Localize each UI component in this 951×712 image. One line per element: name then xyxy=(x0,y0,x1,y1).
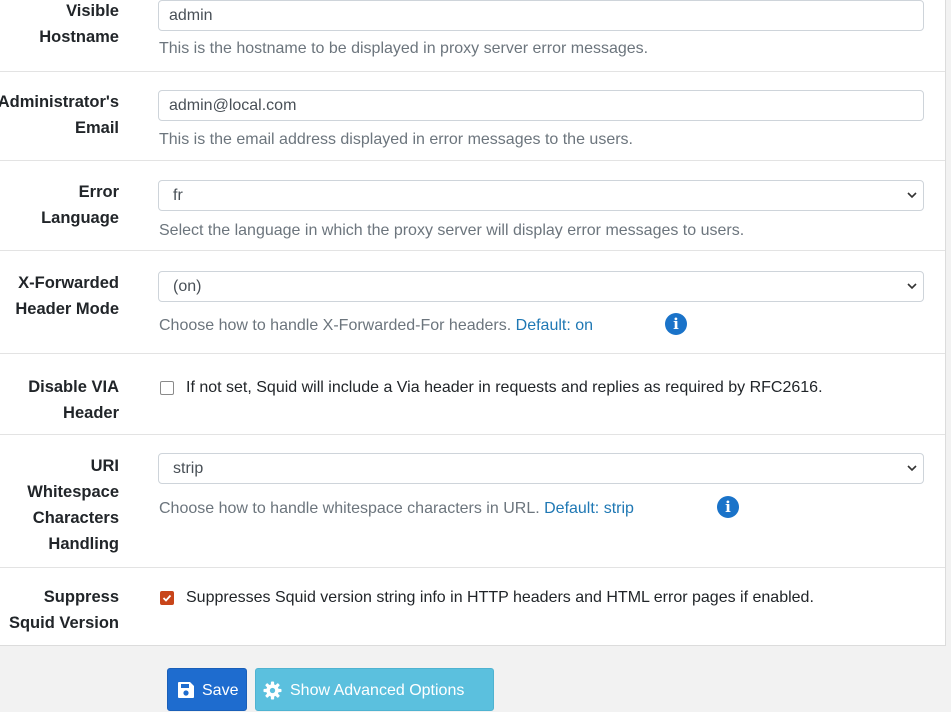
row-suppress-version: Suppress Squid Version Suppresses Squid … xyxy=(0,568,945,644)
error-language-select[interactable]: fr xyxy=(158,180,924,211)
label-disable-via: Disable VIA Header xyxy=(28,374,119,426)
label-x-forwarded: X-Forwarded Header Mode xyxy=(15,270,119,322)
uri-whitespace-default: Default: strip xyxy=(544,500,634,517)
label-line: Header xyxy=(63,404,119,422)
info-icon[interactable]: i xyxy=(717,496,739,518)
row-x-forwarded: X-Forwarded Header Mode (on) Choose how … xyxy=(0,251,945,354)
suppress-version-text: Suppresses Squid version string info in … xyxy=(186,589,814,606)
disable-via-checkbox[interactable] xyxy=(160,381,174,395)
info-icon[interactable]: i xyxy=(665,313,687,335)
disable-via-text: If not set, Squid will include a Via hea… xyxy=(186,379,823,396)
label-line: Visible xyxy=(66,2,119,20)
uri-whitespace-value: strip xyxy=(173,460,204,477)
label-visible-hostname: Visible Hostname xyxy=(39,0,119,50)
uri-whitespace-select[interactable]: strip xyxy=(158,453,924,484)
row-visible-hostname: Visible Hostname admin This is the hostn… xyxy=(0,0,945,72)
label-line: Disable VIA xyxy=(28,378,119,396)
row-admin-email: Administrator's Email admin@local.com Th… xyxy=(0,72,945,161)
admin-email-input[interactable]: admin@local.com xyxy=(158,90,924,121)
x-forwarded-help-text: Choose how to handle X-Forwarded-For hea… xyxy=(159,317,512,334)
uri-whitespace-help-text: Choose how to handle whitespace characte… xyxy=(159,500,540,517)
admin-email-help: This is the email address displayed in e… xyxy=(159,131,633,148)
chevron-down-icon xyxy=(907,465,917,472)
label-line: Administrator's xyxy=(0,93,119,111)
x-forwarded-help: Choose how to handle X-Forwarded-For hea… xyxy=(159,316,593,336)
label-suppress-version: Suppress Squid Version xyxy=(9,584,119,636)
chevron-down-icon xyxy=(907,283,917,290)
label-line: Squid Version xyxy=(8,614,119,632)
save-label: Save xyxy=(202,682,239,699)
x-forwarded-value: (on) xyxy=(173,278,202,295)
label-line: Hostname xyxy=(39,28,119,46)
label-line: Handling xyxy=(48,535,119,553)
gear-icon xyxy=(263,681,282,700)
label-line: URI xyxy=(90,457,119,475)
floppy-disk-icon xyxy=(178,682,194,698)
row-error-language: Error Language fr Select the language in… xyxy=(0,161,945,251)
label-line: Email xyxy=(74,119,119,137)
label-uri-whitespace: URI Whitespace Characters Handling xyxy=(27,453,119,557)
label-line: Whitespace xyxy=(27,483,119,501)
label-admin-email: Administrator's Email xyxy=(0,89,119,141)
label-line: Error xyxy=(78,183,119,201)
show-advanced-options-button[interactable]: Show Advanced Options xyxy=(255,668,494,711)
error-language-help: Select the language in which the proxy s… xyxy=(159,222,745,239)
chevron-down-icon xyxy=(907,192,917,199)
visible-hostname-help: This is the hostname to be displayed in … xyxy=(159,40,649,57)
label-error-language: Error Language xyxy=(41,179,119,231)
x-forwarded-select[interactable]: (on) xyxy=(158,271,924,302)
save-button[interactable]: Save xyxy=(167,668,247,711)
label-line: X-Forwarded xyxy=(18,274,119,292)
visible-hostname-input[interactable]: admin xyxy=(158,0,924,31)
uri-whitespace-help: Choose how to handle whitespace characte… xyxy=(159,499,634,519)
error-language-value: fr xyxy=(173,187,183,204)
label-line: Suppress xyxy=(43,588,119,606)
show-advanced-options-label: Show Advanced Options xyxy=(290,682,465,699)
checkmark-icon xyxy=(162,594,172,602)
proxy-settings-panel: Visible Hostname admin This is the hostn… xyxy=(0,0,946,646)
label-line: Characters xyxy=(32,509,119,527)
x-forwarded-default: Default: on xyxy=(515,317,594,334)
suppress-version-checkbox[interactable] xyxy=(160,591,174,605)
label-line: Header Mode xyxy=(15,300,119,318)
row-uri-whitespace: URI Whitespace Characters Handling strip… xyxy=(0,435,945,568)
row-disable-via: Disable VIA Header If not set, Squid wil… xyxy=(0,354,945,435)
label-line: Language xyxy=(41,209,119,227)
